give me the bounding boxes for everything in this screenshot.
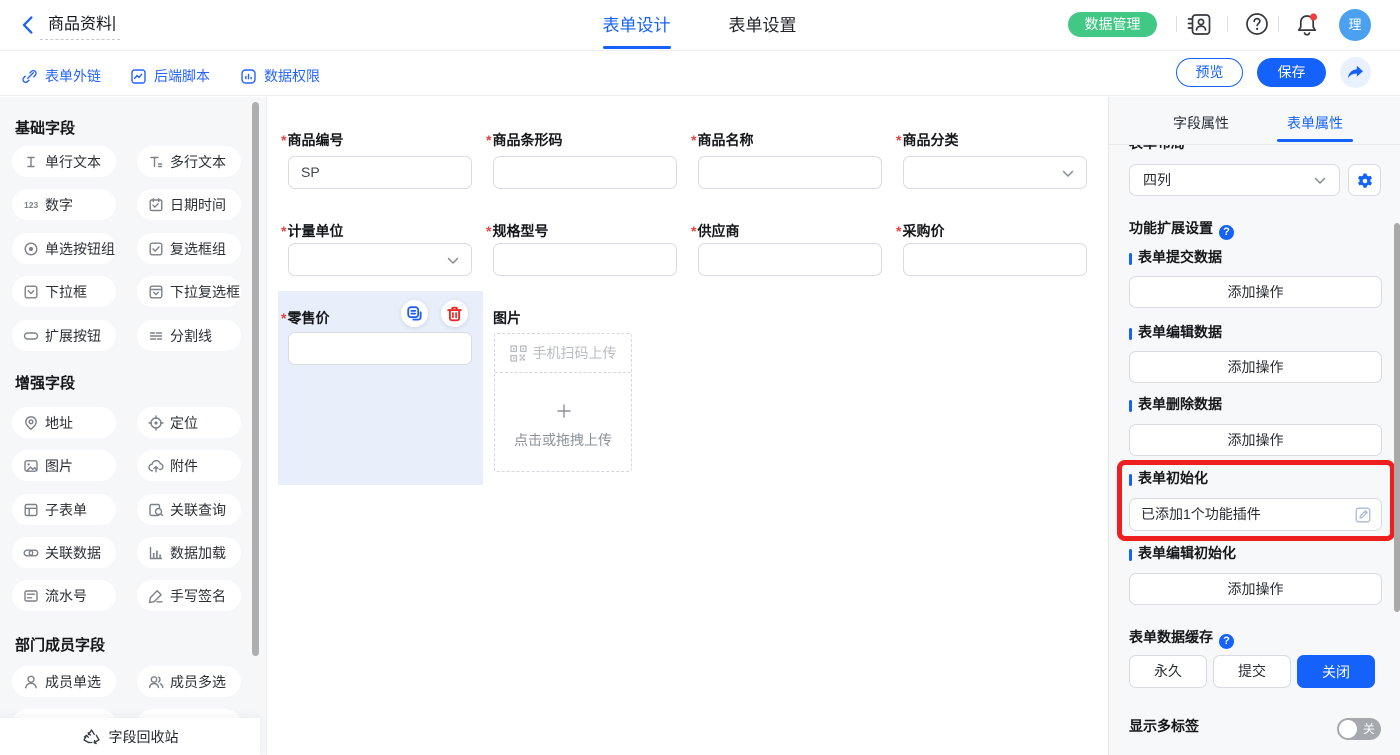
svg-text:123: 123 — [24, 200, 38, 210]
